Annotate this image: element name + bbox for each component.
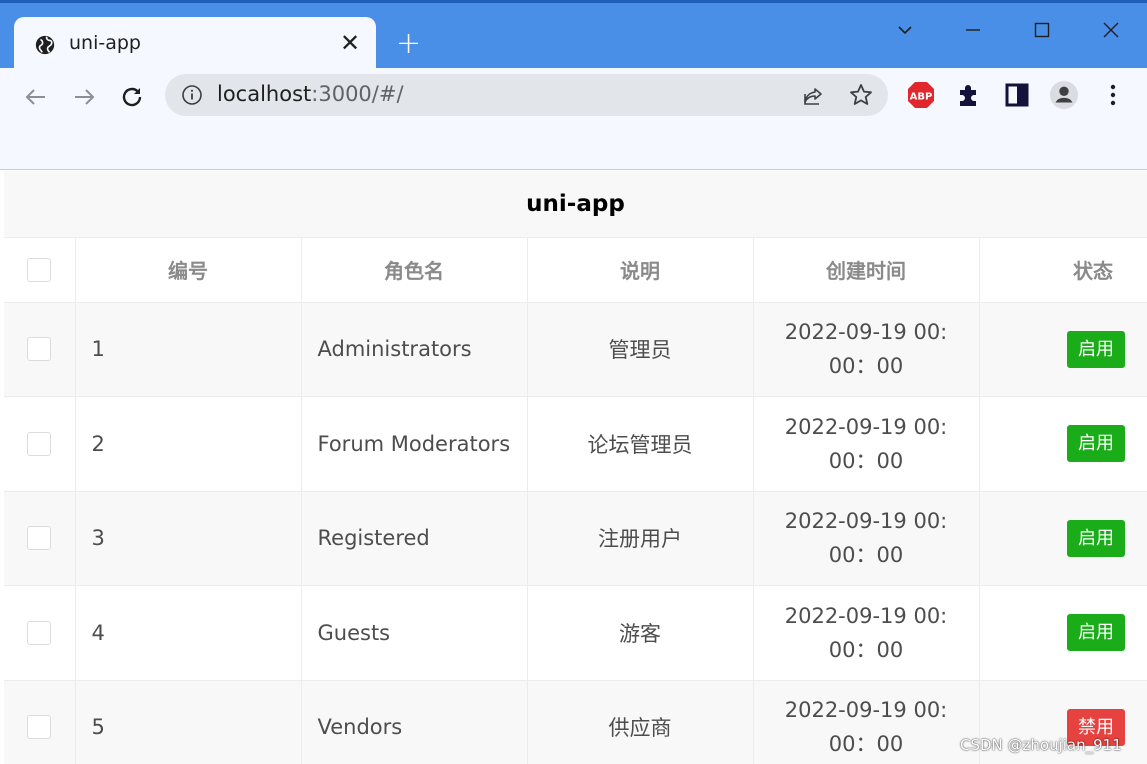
time-line-1: 2022-09-19 00: — [784, 414, 948, 439]
header-status: 状态 — [979, 238, 1147, 303]
time-line-1: 2022-09-19 00: — [784, 320, 948, 345]
row-role-name: Registered — [301, 491, 528, 586]
time-line-2: 00：00 — [828, 543, 904, 568]
time-line-2: 00：00 — [828, 354, 904, 379]
address-bar[interactable]: localhost:3000/#/ — [165, 74, 888, 116]
table-row[interactable]: 2 Forum Moderators 论坛管理员 2022-09-19 00: 0… — [4, 396, 1147, 492]
table-header-row: 编号 角色名 说明 创建时间 状态 — [4, 238, 1147, 303]
row-checkbox[interactable] — [27, 431, 52, 456]
row-description: 论坛管理员 — [527, 396, 754, 492]
watermark-text: CSDN @zhoujian_911 — [960, 736, 1122, 754]
row-created-time: 2022-09-19 00: 00：00 — [753, 491, 980, 586]
row-id: 5 — [75, 680, 302, 764]
row-description: 管理员 — [527, 302, 754, 397]
page-viewport: uni-app 编号 角色名 说明 创建时间 状态 1 Administrato… — [4, 171, 1147, 764]
puzzle-icon[interactable] — [954, 80, 984, 110]
row-description: 游客 — [527, 585, 754, 681]
row-description: 供应商 — [527, 680, 754, 764]
profile-icon[interactable] — [1049, 80, 1079, 110]
row-checkbox[interactable] — [27, 620, 52, 645]
minimize-icon[interactable] — [958, 15, 988, 45]
kebab-menu-icon[interactable] — [1098, 80, 1128, 110]
star-icon[interactable] — [848, 82, 874, 108]
row-created-time: 2022-09-19 00: 00：00 — [753, 585, 980, 681]
time-line-2: 00：00 — [828, 637, 904, 662]
row-role-name: Vendors — [301, 680, 528, 764]
tab-title: uni-app — [69, 32, 141, 54]
time-line-2: 00：00 — [828, 448, 904, 473]
row-created-time: 2022-09-19 00: 00：00 — [753, 302, 980, 397]
time-line-1: 2022-09-19 00: — [784, 698, 948, 723]
header-role-name: 角色名 — [301, 238, 528, 303]
status-badge[interactable]: 启用 — [1067, 330, 1125, 368]
globe-icon — [35, 35, 55, 55]
row-id: 3 — [75, 491, 302, 586]
row-role-name: Guests — [301, 585, 528, 681]
sidepanel-icon[interactable] — [1002, 80, 1032, 110]
table-row[interactable]: 4 Guests 游客 2022-09-19 00: 00：00 启用 — [4, 585, 1147, 681]
url-path: :3000/#/ — [311, 82, 404, 106]
info-icon[interactable] — [181, 84, 203, 106]
status-badge[interactable]: 启用 — [1067, 519, 1125, 557]
row-role-name: Forum Moderators — [301, 396, 528, 492]
table-row[interactable]: 1 Administrators 管理员 2022-09-19 00: 00：00… — [4, 302, 1147, 397]
table-row[interactable]: 3 Registered 注册用户 2022-09-19 00: 00：00 启用 — [4, 491, 1147, 586]
status-badge[interactable]: 启用 — [1067, 614, 1125, 652]
select-all-cell — [4, 238, 76, 303]
row-id: 4 — [75, 585, 302, 681]
page-title: uni-app — [526, 191, 625, 217]
row-created-time: 2022-09-19 00: 00：00 — [753, 680, 980, 764]
row-id: 2 — [75, 396, 302, 492]
row-checkbox[interactable] — [27, 337, 52, 362]
maximize-icon[interactable] — [1027, 15, 1057, 45]
time-line-1: 2022-09-19 00: — [784, 509, 948, 534]
browser-titlebar: uni-app ✕ + — [0, 0, 1147, 71]
forward-icon[interactable] — [69, 82, 99, 112]
select-all-checkbox[interactable] — [27, 257, 52, 282]
row-id: 1 — [75, 302, 302, 397]
url-text[interactable]: localhost:3000/#/ — [217, 82, 404, 106]
close-tab-icon[interactable]: ✕ — [340, 31, 360, 55]
status-badge[interactable]: 启用 — [1067, 425, 1125, 463]
back-icon[interactable] — [21, 82, 51, 112]
adblock-icon[interactable]: ABP — [906, 80, 936, 110]
browser-tab[interactable]: uni-app ✕ — [14, 17, 376, 71]
reload-icon[interactable] — [117, 82, 147, 112]
new-tab-button[interactable]: + — [396, 29, 421, 59]
row-description: 注册用户 — [527, 491, 754, 586]
browser-toolbar: localhost:3000/#/ ABP — [0, 68, 1147, 170]
chevron-down-icon[interactable] — [890, 15, 920, 45]
time-line-1: 2022-09-19 00: — [784, 603, 948, 628]
app-navbar: uni-app — [4, 171, 1147, 238]
share-icon[interactable] — [801, 84, 825, 108]
row-created-time: 2022-09-19 00: 00：00 — [753, 396, 980, 492]
close-window-icon[interactable] — [1096, 15, 1126, 45]
url-host: localhost — [217, 82, 312, 106]
row-checkbox[interactable] — [27, 715, 52, 740]
header-id: 编号 — [75, 238, 302, 303]
row-role-name: Administrators — [301, 302, 528, 397]
adblock-label: ABP — [910, 92, 933, 103]
row-checkbox[interactable] — [27, 526, 52, 551]
roles-table: 编号 角色名 说明 创建时间 状态 1 Administrators 管理员 2… — [4, 238, 1147, 764]
header-created-time: 创建时间 — [753, 238, 980, 303]
header-description: 说明 — [527, 238, 754, 303]
time-line-2: 00：00 — [828, 732, 904, 757]
